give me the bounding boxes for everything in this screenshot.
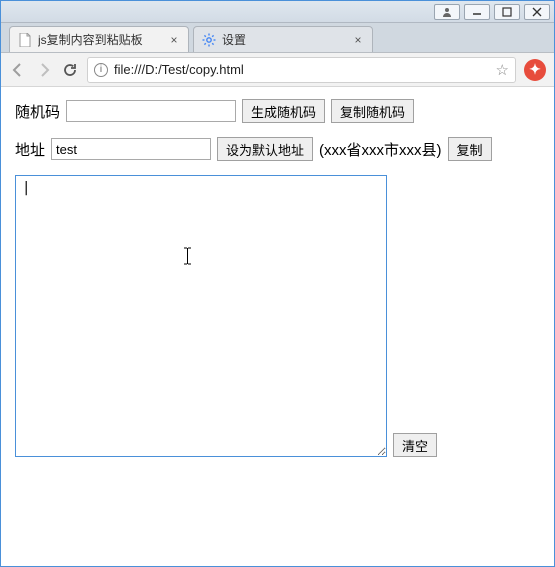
browser-toolbar: i file:///D:/Test/copy.html ☆ ✦	[1, 53, 554, 87]
random-code-input[interactable]	[66, 100, 236, 122]
bookmark-star-icon[interactable]: ☆	[496, 61, 509, 79]
close-icon	[532, 7, 542, 17]
window-titlebar	[1, 1, 554, 23]
maximize-icon	[502, 7, 512, 17]
profile-avatar-button[interactable]	[434, 4, 460, 20]
address-bar[interactable]: i file:///D:/Test/copy.html ☆	[87, 57, 516, 83]
tab-label: 设置	[222, 31, 346, 48]
extension-icon: ✦	[529, 61, 541, 78]
tab-copy-page[interactable]: js复制内容到粘贴板 ×	[9, 26, 189, 52]
minimize-icon	[472, 7, 482, 17]
address-label: 地址	[15, 139, 45, 160]
tab-strip: js复制内容到粘贴板 × 设置 ×	[1, 23, 554, 53]
copy-address-button[interactable]: 复制	[448, 137, 492, 161]
textarea-row: 清空	[15, 175, 540, 457]
maximize-button[interactable]	[494, 4, 520, 20]
reload-icon	[62, 62, 78, 78]
copy-random-button[interactable]: 复制随机码	[331, 99, 414, 123]
browser-window: js复制内容到粘贴板 × 设置 × i file:///D:/Test/copy…	[0, 0, 555, 567]
random-code-label: 随机码	[15, 101, 60, 122]
address-input[interactable]	[51, 138, 211, 160]
person-icon	[442, 7, 452, 17]
log-textarea[interactable]	[15, 175, 387, 457]
minimize-button[interactable]	[464, 4, 490, 20]
page-content: 随机码 生成随机码 复制随机码 地址 设为默认地址 (xxx省xxx市xxx县)…	[1, 87, 554, 566]
site-info-icon[interactable]: i	[94, 63, 108, 77]
address-row: 地址 设为默认地址 (xxx省xxx市xxx县) 复制	[15, 137, 540, 161]
forward-button[interactable]	[35, 61, 53, 79]
clear-button[interactable]: 清空	[393, 433, 437, 457]
address-hint-text: (xxx省xxx市xxx县)	[319, 139, 442, 160]
gear-icon	[202, 33, 216, 47]
tab-close-button[interactable]: ×	[168, 34, 180, 46]
tab-settings[interactable]: 设置 ×	[193, 26, 373, 52]
close-window-button[interactable]	[524, 4, 550, 20]
arrow-left-icon	[10, 62, 26, 78]
arrow-right-icon	[36, 62, 52, 78]
set-default-address-button[interactable]: 设为默认地址	[217, 137, 313, 161]
reload-button[interactable]	[61, 61, 79, 79]
file-icon	[18, 33, 32, 47]
tab-close-button[interactable]: ×	[352, 34, 364, 46]
url-text: file:///D:/Test/copy.html	[114, 62, 490, 77]
extension-button[interactable]: ✦	[524, 59, 546, 81]
random-code-row: 随机码 生成随机码 复制随机码	[15, 99, 540, 123]
back-button[interactable]	[9, 61, 27, 79]
generate-random-button[interactable]: 生成随机码	[242, 99, 325, 123]
tab-label: js复制内容到粘贴板	[38, 31, 162, 48]
